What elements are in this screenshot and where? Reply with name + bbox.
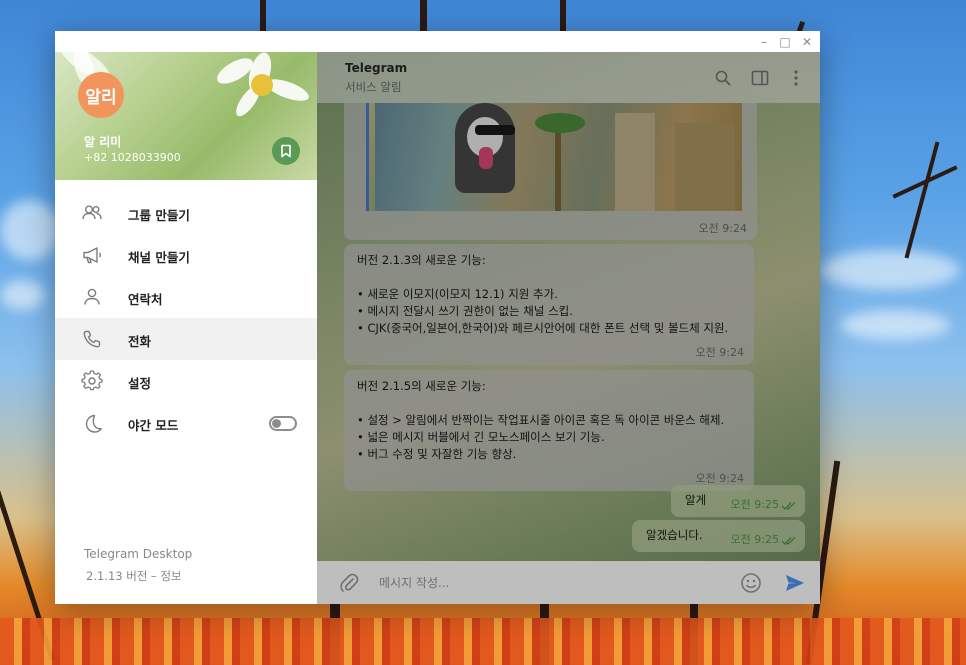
app-name[interactable]: Telegram Desktop xyxy=(84,547,192,561)
gear-icon xyxy=(81,370,103,391)
chat-subtitle: 서비스 알림 xyxy=(345,80,402,94)
search-icon[interactable] xyxy=(713,68,733,88)
minimize-button[interactable]: – xyxy=(755,33,773,50)
close-button[interactable]: ✕ xyxy=(798,33,816,50)
menu-item-label: 설정 xyxy=(128,376,152,391)
emoji-icon[interactable] xyxy=(740,572,762,594)
more-options-icon[interactable] xyxy=(786,68,806,88)
phone-icon xyxy=(83,330,101,348)
version-info-link[interactable]: 2.1.13 버전 – 정보 xyxy=(86,568,182,584)
menu-item-label: 채널 만들기 xyxy=(128,250,190,265)
chat-title[interactable]: Telegram xyxy=(345,61,407,75)
toggle-knob xyxy=(272,419,281,428)
chat-header: Telegram 서비스 알림 xyxy=(317,52,820,103)
menu-item-calls[interactable]: 전화 xyxy=(55,318,317,360)
saved-messages-button[interactable] xyxy=(272,137,300,165)
menu-item-label: 그룹 만들기 xyxy=(128,208,190,223)
attach-icon[interactable] xyxy=(339,572,359,594)
chat-panel: 오전 9:24 버전 2.1.3의 새로운 기능: • 새로운 이모지(이모지 … xyxy=(317,52,820,604)
menu-item-new-channel[interactable]: 채널 만들기 xyxy=(55,234,317,276)
menu-item-new-group[interactable]: 그룹 만들기 xyxy=(55,192,317,234)
menu-item-contacts[interactable]: 연락처 xyxy=(55,276,317,318)
night-mode-toggle[interactable] xyxy=(269,416,297,431)
menu-item-settings[interactable]: 설정 xyxy=(55,360,317,402)
maximize-button[interactable]: □ xyxy=(776,33,794,50)
menu-header: 알리 알 리미 +82 1028033900 xyxy=(55,52,317,180)
group-icon xyxy=(82,205,102,220)
message-input[interactable]: 메시지 작성... xyxy=(379,574,449,591)
title-bar: – □ ✕ xyxy=(55,31,820,52)
telegram-window: – □ ✕ 알리 알 리미 +82 1028033900 그룹 만들기 채널 만… xyxy=(55,31,820,604)
megaphone-icon xyxy=(83,247,102,264)
user-name: 알 리미 xyxy=(84,135,122,149)
bookmark-icon xyxy=(281,144,291,158)
user-phone: +82 1028033900 xyxy=(84,151,181,164)
avatar[interactable]: 알리 xyxy=(78,72,124,118)
menu-item-night-mode[interactable]: 야간 모드 xyxy=(55,402,317,444)
sidebar-toggle-icon[interactable] xyxy=(750,68,770,88)
message-composer: 메시지 작성... xyxy=(317,561,820,604)
main-menu: 알리 알 리미 +82 1028033900 그룹 만들기 채널 만들기 연락처… xyxy=(55,52,317,604)
moon-icon xyxy=(85,414,102,433)
user-icon xyxy=(84,288,100,305)
menu-item-label: 전화 xyxy=(128,334,152,349)
send-icon[interactable] xyxy=(784,572,806,594)
menu-item-label: 야간 모드 xyxy=(128,418,179,433)
menu-overlay[interactable] xyxy=(317,52,820,604)
menu-item-label: 연락처 xyxy=(128,292,163,307)
menu-list: 그룹 만들기 채널 만들기 연락처 전화 설정 야간 모드 xyxy=(55,192,317,444)
